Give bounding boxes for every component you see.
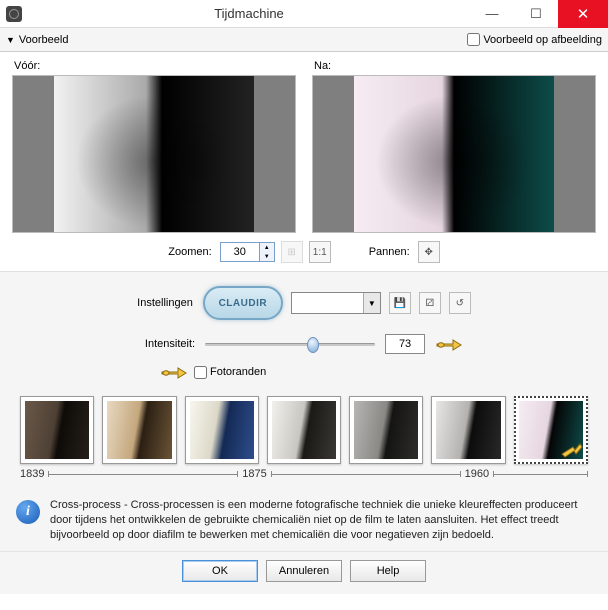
- titlebar: Tijdmachine — ☐ ✕: [0, 0, 608, 28]
- preset-badge: CLAUDIR: [203, 286, 283, 320]
- zoom-spinner[interactable]: ▲ ▼: [220, 242, 275, 262]
- after-frame[interactable]: [312, 75, 596, 233]
- info-icon: i: [16, 500, 40, 524]
- preview-on-image-check[interactable]: Voorbeeld op afbeelding: [467, 33, 602, 46]
- info-panel: i Cross-process - Cross-processen is een…: [0, 490, 608, 551]
- timeline: 1839 1875 1960: [0, 464, 608, 490]
- one-to-one-button[interactable]: 1:1: [309, 241, 331, 263]
- style-thumb-1[interactable]: [20, 396, 94, 464]
- year-end: 1960: [465, 468, 489, 480]
- maximize-button[interactable]: ☐: [514, 0, 558, 28]
- style-thumb-5[interactable]: [349, 396, 423, 464]
- toolbar: ▼ Voorbeeld Voorbeeld op afbeelding: [0, 28, 608, 52]
- settings-row: Instellingen CLAUDIR ▼ 💾 ⚂ ↺: [0, 272, 608, 326]
- window-title: Tijdmachine: [28, 6, 470, 21]
- dialog-buttons: OK Annuleren Help: [0, 551, 608, 594]
- style-thumb-2[interactable]: [102, 396, 176, 464]
- random-button[interactable]: ⚂: [419, 292, 441, 314]
- year-start: 1839: [20, 468, 44, 480]
- settings-label: Instellingen: [137, 297, 193, 309]
- dropdown-icon[interactable]: ▼: [363, 293, 380, 313]
- photoborders-label: Fotoranden: [210, 366, 266, 378]
- photoborders-row: Fotoranden: [0, 358, 608, 390]
- reset-button[interactable]: ↺: [449, 292, 471, 314]
- preview-on-image-checkbox[interactable]: [467, 33, 480, 46]
- slider-thumb[interactable]: [307, 337, 319, 353]
- preset-combo[interactable]: ▼: [291, 292, 381, 314]
- before-frame[interactable]: [12, 75, 296, 233]
- pan-label: Pannen:: [369, 246, 410, 258]
- style-thumb-4[interactable]: [267, 396, 341, 464]
- preview-on-image-label: Voorbeeld op afbeelding: [483, 34, 602, 46]
- preview-area: Vóór: Na:: [0, 52, 608, 235]
- style-thumb-3[interactable]: [185, 396, 259, 464]
- zoom-label: Zoomen:: [168, 246, 211, 258]
- collapse-icon[interactable]: ▼: [6, 35, 15, 45]
- fit-window-button[interactable]: ⊞: [281, 241, 303, 263]
- save-preset-button[interactable]: 💾: [389, 292, 411, 314]
- pointer-hand-icon: [435, 334, 463, 354]
- after-label: Na:: [314, 60, 596, 72]
- pointer-hand-icon: [560, 442, 584, 460]
- pan-button[interactable]: ✥: [418, 241, 440, 263]
- photoborders-check[interactable]: Fotoranden: [194, 366, 266, 379]
- before-label: Vóór:: [14, 60, 296, 72]
- cancel-button[interactable]: Annuleren: [266, 560, 342, 582]
- thumbnail-strip: [0, 390, 608, 464]
- intensity-slider[interactable]: [205, 334, 375, 354]
- zoom-row: Zoomen: ▲ ▼ ⊞ 1:1 Pannen: ✥: [0, 235, 608, 271]
- intensity-label: Intensiteit:: [145, 338, 195, 350]
- style-thumb-7-selected[interactable]: [514, 396, 588, 464]
- minimize-button[interactable]: —: [470, 0, 514, 28]
- ok-button[interactable]: OK: [182, 560, 258, 582]
- info-text: Cross-process - Cross-processen is een m…: [50, 498, 592, 543]
- zoom-up-icon[interactable]: ▲: [260, 243, 274, 252]
- preview-toggle-label[interactable]: Voorbeeld: [19, 34, 69, 46]
- help-button[interactable]: Help: [350, 560, 426, 582]
- close-button[interactable]: ✕: [558, 0, 608, 28]
- style-thumb-6[interactable]: [431, 396, 505, 464]
- app-icon: [6, 6, 22, 22]
- intensity-value[interactable]: 73: [385, 334, 425, 354]
- zoom-down-icon[interactable]: ▼: [260, 252, 274, 261]
- intensity-row: Intensiteit: 73: [0, 326, 608, 358]
- pointer-hand-icon: [160, 362, 188, 382]
- year-mid: 1875: [242, 468, 266, 480]
- photoborders-checkbox[interactable]: [194, 366, 207, 379]
- zoom-input[interactable]: [221, 243, 259, 261]
